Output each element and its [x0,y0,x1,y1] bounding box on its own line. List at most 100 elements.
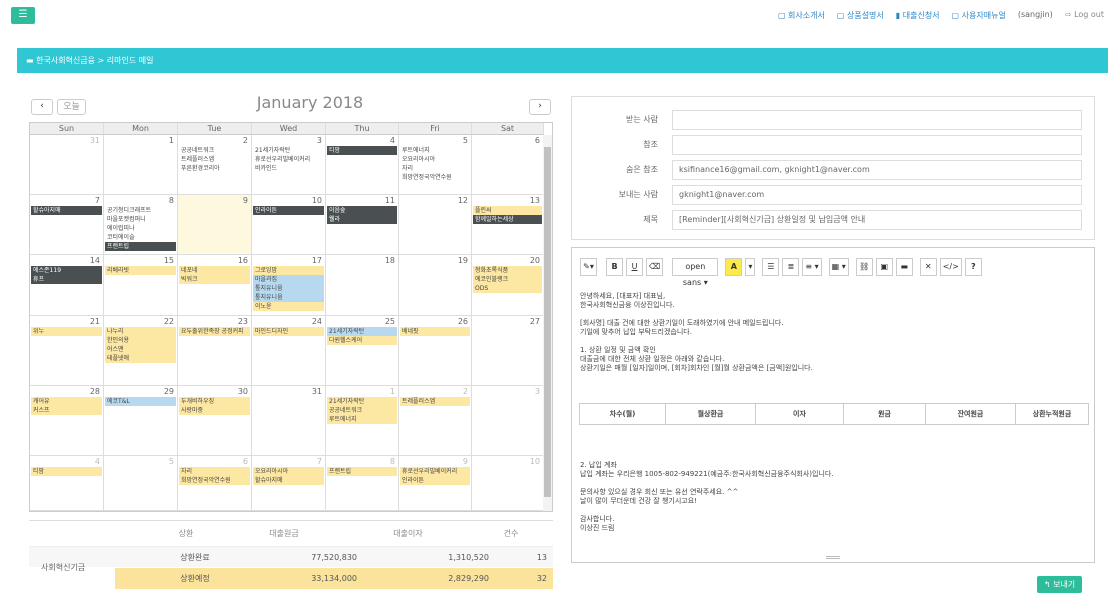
eraser-icon[interactable]: ⌫ [646,258,664,276]
subject-field[interactable]: [Reminder][사회혁신기금] 상환일정 및 납입금액 안내 [672,210,1082,230]
link-icon[interactable]: ⛓ [855,258,873,276]
hr-icon[interactable]: ▬ [895,258,913,276]
calendar-day-cell[interactable]: 28 캐어유 커스프 [30,386,104,456]
next-month-button[interactable]: › [529,99,551,115]
unordered-list-icon[interactable]: ☰ [762,258,780,276]
to-field[interactable] [672,110,1082,130]
calendar-event[interactable]: 인라이튼 [400,476,470,485]
send-button[interactable]: ↰ 보내기 [1037,576,1082,593]
calendar-event[interactable]: 위누 [31,327,102,336]
calendar-day-cell[interactable]: 12 [399,195,472,255]
calendar-day-cell[interactable]: 21 위누 [30,316,104,386]
calendar-day-cell[interactable]: 17 그로잉맘 마을과집 톺지유니움 톺지유니움 이노윤 [252,255,326,316]
calendar-event[interactable]: 트레플러스엡 [400,397,470,406]
code-view-icon[interactable]: </> [939,258,962,276]
calendar-event[interactable]: 에이럽피나 [105,224,176,233]
calendar-scrollbar[interactable] [543,135,552,511]
calendar-event[interactable]: 웰라 [327,215,397,224]
bcc-field[interactable]: ksifinance16@gmail.com, gknight1@naver.c… [672,160,1082,180]
calendar-event[interactable]: 루트에너지 [400,146,470,155]
calendar-event[interactable]: 커스프 [31,406,102,415]
font-select[interactable]: open sans ▾ [672,258,719,287]
calendar-day-cell[interactable]: 11 이음숲 웰라 [326,195,399,255]
prev-month-button[interactable]: ‹ [31,99,53,115]
calendar-day-cell[interactable]: 31 [252,386,326,456]
resize-grip[interactable] [826,556,840,559]
calendar-event[interactable]: 휴로선우리빌베이커리 [253,155,324,164]
calendar-event[interactable]: 21세기자락탄 [327,327,397,336]
calendar-day-cell[interactable]: 9 휴로선우리빌베이커리 인라이튼 [399,456,472,511]
image-icon[interactable]: ▣ [875,258,893,276]
calendar-event[interactable]: 트레플러스엡 [179,155,250,164]
calendar-event[interactable]: 어스맨 [105,345,176,354]
from-field[interactable]: gknight1@naver.com [672,185,1082,205]
calendar-event[interactable]: 할슈아지매 [253,476,324,485]
calendar-event[interactable]: 한인의용 [105,336,176,345]
calendar-event[interactable]: 프랜트립 [327,467,397,476]
calendar-day-cell[interactable]: 30 두개비하우징 사랑마중 [178,386,252,456]
calendar-event[interactable]: 다원헬스케어 [327,336,397,345]
calendar-event[interactable]: 나누리 [105,327,176,336]
calendar-day-cell[interactable]: 10 인라이튼 [252,195,326,255]
calendar-day-cell[interactable]: 1 [104,135,178,195]
calendar-day-cell[interactable]: 8 공기청디크래프트 마을포켓컴퍼니 에이럽피나 코티에이슬 프랜트립 [104,195,178,255]
calendar-day-cell[interactable]: 18 [326,255,399,316]
calendar-event[interactable]: 함께일하는세상 [473,215,542,224]
calendar-event[interactable]: 공공네트워크 [327,406,397,415]
table-icon[interactable]: ▦ ▾ [828,258,849,276]
calendar-event[interactable]: 청화초록식품 [473,266,542,275]
company-intro-link[interactable]: ▢ 회사소개서 [778,10,825,21]
calendar-event[interactable]: 오요리아시아 [400,155,470,164]
calendar-event[interactable]: 프랜트립 [105,242,176,251]
calendar-day-cell[interactable]: 24 마인드디자인 [252,316,326,386]
calendar-event[interactable]: 에코T&L [105,397,176,406]
color-dropdown[interactable]: ▾ [745,258,756,276]
calendar-event[interactable]: 루트에너지 [327,415,397,424]
calendar-event[interactable]: 희망연정국악연수원 [179,476,250,485]
cc-field[interactable] [672,135,1082,155]
mail-editor[interactable]: ✎▾ B U ⌫ open sans ▾ A ▾ ☰ ≣ ≡ ▾ ▦ ▾ ⛓ ▣… [571,247,1095,563]
calendar-event[interactable]: 마을과집 [253,275,324,284]
underline-button[interactable]: U [626,258,643,276]
calendar-event[interactable]: 빅워크 [179,275,250,284]
calendar-event[interactable]: 네포네 [179,266,250,275]
calendar-day-cell[interactable]: 19 [399,255,472,316]
calendar-event[interactable]: 요두출위한족장 공정커피 [179,327,250,336]
calendar-event[interactable]: 푸른환경코리아 [179,164,250,173]
calendar-event[interactable]: 21세기자락탄 [327,397,397,406]
calendar-day-cell[interactable]: 7 오요리아시아 할슈아지매 [252,456,326,511]
calendar-event[interactable]: 그로잉맘 [253,266,324,275]
calendar-day-cell[interactable]: 7 할슈아지매 [30,195,104,255]
calendar-event[interactable]: 비카인드 [253,164,324,173]
ordered-list-icon[interactable]: ≣ [782,258,800,276]
calendar-event[interactable]: 캐어유 [31,397,102,406]
calendar-event[interactable]: 티팜 [327,146,397,155]
calendar-event[interactable]: 테플넷애 [105,354,176,363]
calendar-event[interactable]: 자리 [400,164,470,173]
user-manual-link[interactable]: ▢ 사용자매뉴얼 [952,10,1006,21]
calendar-event[interactable]: 공기청디크래프트 [105,206,176,215]
calendar-event[interactable]: 마을포켓컴퍼니 [105,215,176,224]
today-button[interactable]: 오늘 [57,99,86,115]
calendar-day-cell[interactable]: 20 청화초록식품 에코인블랭크 ODS [472,255,544,316]
product-desc-link[interactable]: ▢ 상품설명서 [837,10,884,21]
calendar-day-cell[interactable]: 4 티팜 [326,135,399,195]
menu-button[interactable]: ☰ [11,7,35,24]
calendar-event[interactable]: 할슈아지매 [31,206,102,215]
calendar-day-cell[interactable]: 29 에코T&L [104,386,178,456]
calendar-event[interactable]: 희망연정국악연수원 [400,173,470,182]
help-icon[interactable]: ? [964,258,982,276]
calendar-day-cell[interactable]: 6 [472,135,544,195]
calendar-event[interactable]: 두개비하우징 [179,397,250,406]
calendar-day-cell[interactable]: 3 21세기자락탄 휴로선우리빌베이커리 비카인드 [252,135,326,195]
calendar-day-cell[interactable]: 9 [178,195,252,255]
calendar-event[interactable]: 공공네트워크 [179,146,250,155]
calendar-day-cell[interactable]: 25 21세기자락탄 다원헬스케어 [326,316,399,386]
calendar-day-cell[interactable]: 13 플린씨 함께일하는세상 [472,195,544,255]
calendar-event[interactable]: 휴프 [31,275,102,284]
calendar-event[interactable]: 오요리아시아 [253,467,324,476]
calendar-day-cell[interactable]: 2 트레플러스엡 [399,386,472,456]
calendar-event[interactable]: 자리 [179,467,250,476]
bold-button[interactable]: B [606,258,623,276]
calendar-day-cell[interactable]: 26 베네핏 [399,316,472,386]
